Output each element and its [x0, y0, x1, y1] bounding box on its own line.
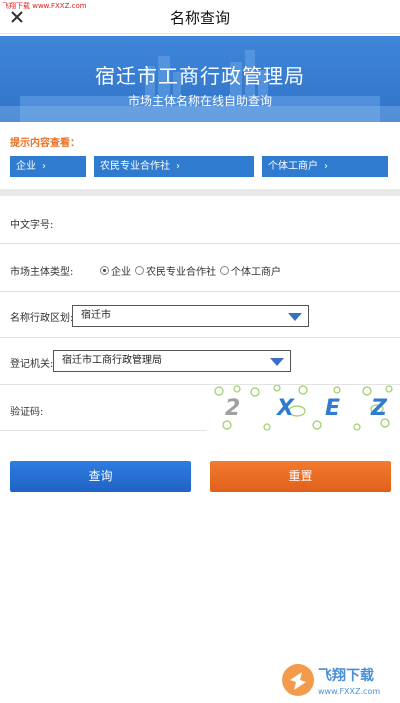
authority-select[interactable]: 宿迁市工商行政管理局 — [53, 350, 291, 372]
fxxz-logo: 飞翔下载 www.FXXZ.com — [280, 660, 398, 700]
authority-value: 宿迁市工商行政管理局 — [62, 355, 162, 366]
entity-type-row: 市场主体类型: 企业 农民专业合作社 个体工商户 — [0, 244, 400, 292]
radio-unchecked-icon — [135, 266, 144, 275]
tag-cooperative[interactable]: 农民专业合作社 › — [94, 156, 254, 177]
captcha-char: 2 — [225, 396, 240, 421]
logo-name: 飞翔下载 — [318, 667, 374, 684]
entity-type-radio-group: 企业 农民专业合作社 个体工商户 — [100, 263, 285, 278]
entity-type-label: 市场主体类型: — [10, 267, 74, 278]
region-select[interactable]: 宿迁市 — [72, 305, 309, 327]
captcha-image[interactable]: 2 X E Z — [207, 385, 400, 431]
page-title: 名称查询 — [169, 9, 230, 27]
radio-individual[interactable]: 个体工商户 — [220, 263, 281, 278]
chinese-name-row[interactable]: 中文字号: — [0, 196, 400, 244]
reset-button[interactable]: 重置 — [210, 461, 391, 492]
radio-label: 农民专业合作社 — [146, 267, 216, 278]
tag-label: 企业 — [16, 161, 36, 172]
radio-cooperative[interactable]: 农民专业合作社 — [135, 263, 216, 278]
query-button[interactable]: 查询 — [10, 461, 191, 492]
radio-label: 企业 — [111, 267, 131, 278]
chinese-name-label: 中文字号: — [10, 220, 54, 231]
hint-label: 提示内容查看： — [10, 138, 80, 149]
region-label: 名称行政区划: — [10, 313, 74, 324]
tag-label: 个体工商户 — [268, 161, 318, 172]
dropdown-arrow-icon — [288, 313, 302, 321]
captcha-char: E — [325, 396, 340, 421]
captcha-char: X — [275, 396, 295, 421]
region-row: 名称行政区划: 宿迁市 — [0, 292, 400, 338]
banner-subtitle: 市场主体名称在线自助查询 — [127, 94, 272, 108]
radio-label: 个体工商户 — [231, 267, 281, 278]
dropdown-arrow-icon — [270, 358, 284, 366]
tag-individual-business[interactable]: 个体工商户 › — [262, 156, 388, 177]
chevron-right-icon: › — [324, 161, 328, 172]
radio-unchecked-icon — [220, 266, 229, 275]
captcha-label: 验证码: — [10, 407, 44, 418]
top-navbar: 飞翔下载 www.FXXZ.com 名称查询 — [0, 0, 400, 34]
authority-label: 登记机关: — [10, 359, 54, 370]
radio-checked-icon — [100, 266, 109, 275]
captcha-char: Z — [370, 396, 388, 421]
radio-enterprise[interactable]: 企业 — [100, 263, 131, 278]
chevron-right-icon: › — [176, 161, 180, 172]
section-divider — [0, 189, 400, 196]
banner-title: 宿迁市工商行政管理局 — [95, 64, 305, 88]
region-value: 宿迁市 — [81, 310, 111, 321]
tag-label: 农民专业合作社 — [100, 161, 170, 172]
logo-url: www.FXXZ.com — [318, 687, 380, 696]
tag-enterprise[interactable]: 企业 › — [10, 156, 86, 177]
authority-row: 登记机关: 宿迁市工商行政管理局 — [0, 338, 400, 385]
chevron-right-icon: › — [42, 161, 46, 172]
header-banner: 宿迁市工商行政管理局 市场主体名称在线自助查询 — [0, 36, 400, 122]
